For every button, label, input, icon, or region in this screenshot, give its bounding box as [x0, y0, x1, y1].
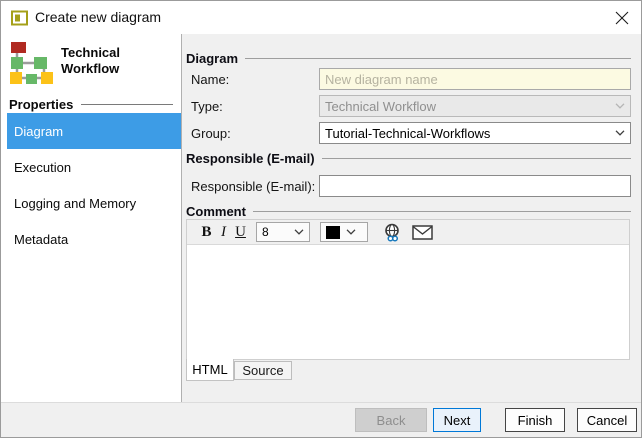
group-combobox[interactable]: Tutorial-Technical-Workflows [319, 122, 631, 144]
group-divider [245, 58, 631, 59]
sidebar-item-metadata[interactable]: Metadata [1, 221, 181, 257]
cancel-button[interactable]: Cancel [577, 408, 637, 432]
underline-button[interactable]: U [232, 222, 249, 242]
group-label: Group: [191, 126, 231, 141]
name-label: Name: [191, 72, 229, 87]
sidebar-item-label: Metadata [14, 232, 68, 247]
diagram-group-header: Diagram [186, 51, 631, 66]
back-button: Back [355, 408, 427, 432]
comment-editor-widget: B I U 8 [186, 219, 630, 360]
window-title: Create new diagram [35, 1, 161, 34]
form-panel: Diagram Name: Type: Technical Workflow G… [182, 34, 641, 402]
comment-group-title: Comment [186, 204, 246, 219]
type-combobox: Technical Workflow [319, 95, 631, 117]
sidebar-item-diagram[interactable]: Diagram [7, 113, 181, 149]
color-swatch [326, 226, 340, 239]
app-icon [11, 10, 28, 31]
type-value: Technical Workflow [325, 99, 615, 114]
next-button[interactable]: Next [433, 408, 481, 432]
responsible-group-header: Responsible (E-mail) [186, 151, 631, 166]
font-size-combobox[interactable]: 8 [256, 222, 310, 242]
properties-section-header: Properties [9, 97, 173, 112]
chevron-down-icon [615, 130, 625, 136]
finish-button[interactable]: Finish [505, 408, 565, 432]
type-label: Type: [191, 99, 223, 114]
tab-source[interactable]: Source [234, 361, 292, 380]
group-value: Tutorial-Technical-Workflows [325, 126, 615, 141]
sidebar-item-logging-and-memory[interactable]: Logging and Memory [1, 185, 181, 221]
chevron-down-icon [294, 229, 304, 235]
responsible-email-input[interactable] [319, 175, 631, 197]
comment-tabstrip: HTML Source [186, 360, 292, 383]
sidebar-item-execution[interactable]: Execution [1, 149, 181, 185]
group-divider [322, 158, 631, 159]
hyperlink-globe-icon[interactable] [384, 223, 404, 242]
group-divider [253, 211, 631, 212]
properties-nav: Diagram Execution Logging and Memory Met… [1, 113, 181, 257]
chevron-down-icon [615, 103, 625, 109]
footer-button-bar: Back Next Finish Cancel [1, 402, 641, 437]
comment-text-area[interactable] [187, 244, 629, 359]
title-bar: Create new diagram [1, 1, 641, 34]
technical-workflow-icon [9, 42, 55, 91]
bold-button[interactable]: B [198, 222, 215, 242]
sidebar: Technical Workflow Properties Diagram Ex… [1, 34, 182, 402]
responsible-label: Responsible (E-mail): [191, 179, 315, 194]
font-size-value: 8 [262, 225, 294, 239]
sidebar-item-label: Logging and Memory [14, 196, 136, 211]
responsible-group-title: Responsible (E-mail) [186, 151, 315, 166]
sidebar-item-label: Execution [14, 160, 71, 175]
close-icon[interactable] [612, 8, 632, 28]
properties-divider [81, 104, 173, 105]
name-input[interactable] [319, 68, 631, 90]
properties-section-title: Properties [9, 97, 73, 112]
tab-html[interactable]: HTML [186, 359, 234, 381]
comment-toolbar: B I U 8 [187, 220, 629, 244]
mail-icon[interactable] [412, 225, 433, 240]
font-color-combobox[interactable] [320, 222, 368, 242]
diagram-type-label: Technical Workflow [61, 45, 171, 77]
sidebar-item-label: Diagram [14, 124, 63, 139]
italic-button[interactable]: I [215, 222, 232, 242]
create-new-diagram-dialog: Create new diagram [0, 0, 642, 438]
diagram-group-title: Diagram [186, 51, 238, 66]
chevron-down-icon [346, 229, 356, 235]
comment-group-header: Comment [186, 204, 631, 219]
